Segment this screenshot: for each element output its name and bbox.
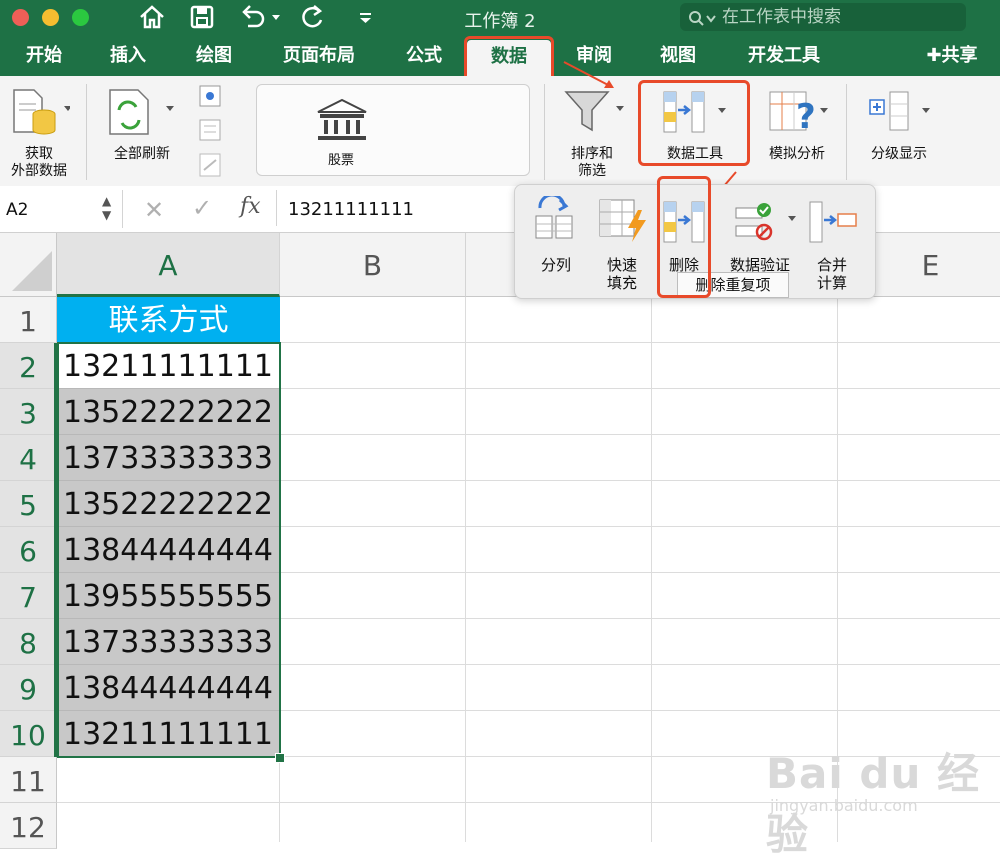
what-if-icon: ? xyxy=(768,90,834,140)
column-header-b[interactable]: B xyxy=(280,233,466,297)
search-placeholder: 在工作表中搜索 xyxy=(722,7,841,27)
formula-input[interactable]: 13211111111 xyxy=(288,199,414,220)
flash-fill-button[interactable]: 快速 填充 xyxy=(596,256,648,292)
formula-divider xyxy=(276,190,277,226)
remove-duplicates-highlight xyxy=(657,176,711,298)
row-header[interactable]: 6 xyxy=(0,527,57,573)
tab-view[interactable]: 视图 xyxy=(648,36,708,76)
text-to-columns-icon xyxy=(532,193,580,248)
row-header[interactable]: 11 xyxy=(0,757,57,803)
add-person-icon: ✚ xyxy=(926,45,942,66)
data-validation-icon xyxy=(734,200,802,248)
ribbon-separator xyxy=(86,84,87,180)
row-header[interactable]: 12 xyxy=(0,803,57,849)
ribbon-separator xyxy=(544,84,545,180)
refresh-all-button[interactable]: 全部刷新 xyxy=(96,146,188,163)
select-all-corner[interactable] xyxy=(0,233,57,297)
share-button[interactable]: ✚共享 xyxy=(912,36,992,76)
row-header[interactable]: 2 xyxy=(0,343,57,389)
text-to-columns-button[interactable]: 分列 xyxy=(530,256,582,274)
header-cell[interactable]: 联系方式 xyxy=(57,297,280,343)
consolidate-button[interactable]: 合并 计算 xyxy=(806,256,858,292)
svg-text:?: ? xyxy=(796,97,816,136)
get-external-data-button[interactable]: 获取 外部数据 xyxy=(0,146,78,180)
bank-icon xyxy=(314,96,370,148)
database-icon xyxy=(10,88,72,144)
selection-range xyxy=(57,342,281,758)
insert-function-button[interactable]: fx xyxy=(240,194,261,219)
what-if-analysis-button[interactable]: 模拟分析 xyxy=(756,146,838,163)
name-box-stepper-icon[interactable]: ▲ ▼ xyxy=(102,194,111,222)
column-header-a[interactable]: A xyxy=(57,233,280,297)
name-box[interactable]: A2 ▲ ▼ xyxy=(0,190,123,228)
cell-reference: A2 xyxy=(6,200,29,220)
search-icon xyxy=(688,9,718,37)
tab-home[interactable]: 开始 xyxy=(14,36,74,76)
tab-insert[interactable]: 插入 xyxy=(98,36,158,76)
connections-icons[interactable] xyxy=(196,84,226,188)
row-header[interactable]: 3 xyxy=(0,389,57,435)
sort-filter-button[interactable]: 排序和 筛选 xyxy=(556,146,628,180)
row-header[interactable]: 10 xyxy=(0,711,57,757)
tab-formulas[interactable]: 公式 xyxy=(394,36,454,76)
flash-fill-icon xyxy=(596,196,648,248)
row-header[interactable]: 5 xyxy=(0,481,57,527)
row-header[interactable]: 8 xyxy=(0,619,57,665)
tab-draw[interactable]: 绘图 xyxy=(184,36,244,76)
row-header[interactable]: 7 xyxy=(0,573,57,619)
share-label: 共享 xyxy=(941,45,978,66)
stocks-button[interactable] xyxy=(256,84,530,176)
row-header[interactable]: 4 xyxy=(0,435,57,481)
outline-button[interactable]: 分级显示 xyxy=(856,146,942,163)
tab-developer[interactable]: 开发工具 xyxy=(734,36,834,76)
outline-icon xyxy=(866,90,936,140)
ribbon-separator xyxy=(846,84,847,180)
filter-icon xyxy=(564,88,630,140)
empty-cells-a[interactable] xyxy=(57,757,280,842)
consolidate-icon xyxy=(806,200,860,248)
cancel-icon[interactable]: ✕ xyxy=(144,196,164,224)
watermark-url: jingyan.baidu.com xyxy=(770,796,918,815)
stocks-label: 股票 xyxy=(327,153,354,168)
annotation-arrow xyxy=(563,61,614,88)
search-box[interactable]: 在工作表中搜索 xyxy=(680,3,966,31)
confirm-icon[interactable]: ✓ xyxy=(192,194,212,222)
tab-page-layout[interactable]: 页面布局 xyxy=(270,36,368,76)
fill-handle[interactable] xyxy=(275,753,285,763)
row-header[interactable]: 9 xyxy=(0,665,57,711)
refresh-icon xyxy=(108,88,178,142)
data-tools-highlight xyxy=(638,80,750,166)
row-header[interactable]: 1 xyxy=(0,297,57,343)
